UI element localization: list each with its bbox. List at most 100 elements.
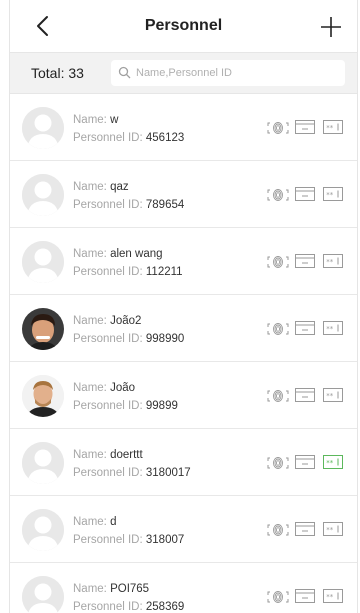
name-label: Name: bbox=[73, 516, 107, 528]
card-icon bbox=[295, 589, 315, 603]
password-icon: ** bbox=[323, 254, 343, 268]
id-label: Personnel ID: bbox=[73, 400, 143, 412]
credential-icons: ** bbox=[267, 388, 347, 404]
password-icon: ** bbox=[323, 187, 343, 201]
default-avatar-icon bbox=[22, 442, 64, 484]
svg-text:**: ** bbox=[326, 325, 334, 333]
card-icon bbox=[295, 455, 315, 469]
personnel-screen: Personnel Total: 33 Name: w Personnel ID… bbox=[9, 0, 358, 613]
person-name: POI765 bbox=[110, 583, 150, 595]
credential-icons: ** bbox=[267, 522, 347, 538]
face-fingerprint-icon bbox=[267, 122, 289, 134]
id-label: Personnel ID: bbox=[73, 534, 143, 546]
credential-icons: ** bbox=[267, 254, 347, 270]
svg-text:**: ** bbox=[326, 124, 334, 132]
nav-bar: Personnel bbox=[10, 0, 357, 52]
personnel-row[interactable]: Name: POI765 Personnel ID: 258369 ** bbox=[10, 563, 357, 613]
svg-text:**: ** bbox=[326, 191, 334, 199]
personnel-info: Name: João Personnel ID: 99899 bbox=[73, 379, 178, 415]
svg-text:**: ** bbox=[326, 392, 334, 400]
person-id: 789654 bbox=[145, 199, 185, 211]
person-name: doerttt bbox=[110, 449, 143, 461]
personnel-info: Name: POI765 Personnel ID: 258369 bbox=[73, 580, 184, 613]
search-input[interactable] bbox=[136, 64, 336, 82]
personnel-row[interactable]: Name: João Personnel ID: 99899 ** bbox=[10, 362, 357, 429]
face-fingerprint-icon bbox=[267, 189, 289, 201]
person-id: 456123 bbox=[145, 132, 185, 144]
password-icon: ** bbox=[323, 589, 343, 603]
svg-text:**: ** bbox=[326, 258, 334, 266]
avatar-photo bbox=[22, 308, 64, 350]
person-id: 3180017 bbox=[145, 467, 191, 479]
card-icon bbox=[295, 187, 315, 201]
avatar bbox=[22, 576, 64, 613]
personnel-row[interactable]: Name: d Personnel ID: 318007 ** bbox=[10, 496, 357, 563]
person-name: d bbox=[110, 516, 117, 528]
default-avatar-icon bbox=[22, 241, 64, 283]
avatar bbox=[22, 375, 64, 417]
avatar bbox=[22, 174, 64, 216]
card-icon bbox=[295, 120, 315, 134]
credential-icons: ** bbox=[267, 589, 347, 605]
search-box[interactable] bbox=[111, 60, 345, 86]
personnel-info: Name: João2 Personnel ID: 998990 bbox=[73, 312, 184, 348]
name-label: Name: bbox=[73, 315, 107, 327]
password-icon: ** bbox=[323, 388, 343, 402]
svg-text:**: ** bbox=[326, 593, 334, 601]
avatar bbox=[22, 241, 64, 283]
name-label: Name: bbox=[73, 181, 107, 193]
personnel-row[interactable]: Name: w Personnel ID: 456123 ** bbox=[10, 94, 357, 161]
personnel-row[interactable]: Name: qaz Personnel ID: 789654 ** bbox=[10, 161, 357, 228]
person-id: 318007 bbox=[145, 534, 185, 546]
person-id: 112211 bbox=[145, 266, 183, 278]
page-title: Personnel bbox=[144, 17, 223, 34]
default-avatar-icon bbox=[22, 576, 64, 613]
personnel-info: Name: alen wang Personnel ID: 112211 bbox=[73, 245, 183, 281]
person-id: 998990 bbox=[145, 333, 185, 345]
face-fingerprint-icon bbox=[267, 323, 289, 335]
credential-icons: ** bbox=[267, 455, 347, 471]
credential-icons: ** bbox=[267, 187, 347, 203]
filter-bar: Total: 33 bbox=[10, 52, 357, 94]
person-name: qaz bbox=[110, 181, 129, 193]
svg-text:**: ** bbox=[326, 526, 334, 534]
default-avatar-icon bbox=[22, 509, 64, 551]
face-fingerprint-icon bbox=[267, 256, 289, 268]
id-label: Personnel ID: bbox=[73, 467, 143, 479]
personnel-info: Name: qaz Personnel ID: 789654 bbox=[73, 178, 184, 214]
personnel-row[interactable]: Name: doerttt Personnel ID: 3180017 ** bbox=[10, 429, 357, 496]
password-icon: ** bbox=[323, 321, 343, 335]
avatar bbox=[22, 107, 64, 149]
avatar bbox=[22, 509, 64, 551]
personnel-list: Name: w Personnel ID: 456123 ** Name: qa… bbox=[10, 94, 357, 613]
person-name: w bbox=[110, 114, 119, 126]
name-label: Name: bbox=[73, 449, 107, 461]
password-icon: ** bbox=[323, 522, 343, 536]
person-name: João bbox=[110, 382, 136, 394]
card-icon bbox=[295, 522, 315, 536]
default-avatar-icon bbox=[22, 107, 64, 149]
name-label: Name: bbox=[73, 382, 107, 394]
card-icon bbox=[295, 321, 315, 335]
id-label: Personnel ID: bbox=[73, 333, 143, 345]
name-label: Name: bbox=[73, 248, 107, 260]
search-icon bbox=[118, 66, 131, 79]
personnel-row[interactable]: Name: alen wang Personnel ID: 112211 ** bbox=[10, 228, 357, 295]
svg-text:**: ** bbox=[326, 459, 334, 467]
personnel-row[interactable]: Name: João2 Personnel ID: 998990 ** bbox=[10, 295, 357, 362]
person-id: 99899 bbox=[145, 400, 178, 412]
face-fingerprint-icon bbox=[267, 591, 289, 603]
credential-icons: ** bbox=[267, 321, 347, 337]
face-fingerprint-icon bbox=[267, 524, 289, 536]
credential-icons: ** bbox=[267, 120, 347, 136]
default-avatar-icon bbox=[22, 174, 64, 216]
name-label: Name: bbox=[73, 583, 107, 595]
id-label: Personnel ID: bbox=[73, 266, 143, 278]
password-icon: ** bbox=[323, 455, 343, 469]
card-icon bbox=[295, 388, 315, 402]
add-icon[interactable] bbox=[319, 15, 343, 39]
person-id: 258369 bbox=[145, 601, 185, 613]
personnel-info: Name: w Personnel ID: 456123 bbox=[73, 111, 184, 147]
id-label: Personnel ID: bbox=[73, 601, 143, 613]
face-fingerprint-icon bbox=[267, 457, 289, 469]
